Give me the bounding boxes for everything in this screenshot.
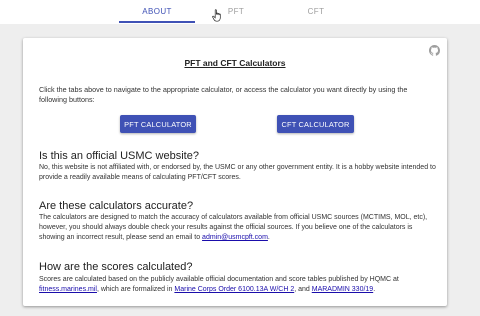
tab-pft[interactable]: PFT [198, 0, 274, 22]
tab-about[interactable]: ABOUT [119, 0, 195, 22]
marine-corps-order-link[interactable]: Marine Corps Order 6100.13A W/CH 2 [174, 286, 294, 293]
calculated-body-mid2: , and [294, 286, 312, 293]
calculated-heading: How are the scores calculated? [39, 261, 193, 273]
accurate-body-end: . [267, 234, 270, 241]
github-icon[interactable] [429, 45, 440, 56]
hand-cursor-icon [212, 9, 221, 22]
accurate-heading: Are these calculators accurate? [39, 200, 194, 212]
cft-calculator-button[interactable]: CFT CALCULATOR [277, 115, 354, 133]
tab-bar: ABOUT PFT CFT [0, 0, 480, 24]
about-card: PFT and CFT Calculators Click the tabs a… [23, 38, 447, 306]
official-body: No, this website is not affiliated with,… [39, 164, 436, 181]
calculated-body-end: . [373, 286, 376, 293]
pft-calculator-button[interactable]: PFT CALCULATOR [120, 115, 196, 133]
accurate-body: The calculators are designed to match th… [39, 213, 437, 243]
calculated-body: Scores are calculated based on the publi… [39, 275, 437, 295]
official-heading: Is this an official USMC website? [39, 150, 199, 162]
active-tab-indicator [119, 21, 195, 23]
fitness-marines-link[interactable]: fitness.marines.mil [39, 286, 97, 293]
calculated-body-mid: , which are formalized in [96, 286, 175, 293]
page: ABOUT PFT CFT PFT and CFT Calculators Cl… [0, 0, 480, 316]
maradmin-link[interactable]: MARADMIN 330/19 [312, 286, 373, 293]
calculated-body-start: Scores are calculated based on the publi… [39, 276, 399, 283]
intro-text: Click the tabs above to navigate to the … [39, 85, 408, 104]
email-link[interactable]: admin@usmcpft.com [202, 234, 268, 241]
card-title: PFT and CFT Calculators [184, 58, 286, 68]
tab-cft[interactable]: CFT [278, 0, 354, 22]
